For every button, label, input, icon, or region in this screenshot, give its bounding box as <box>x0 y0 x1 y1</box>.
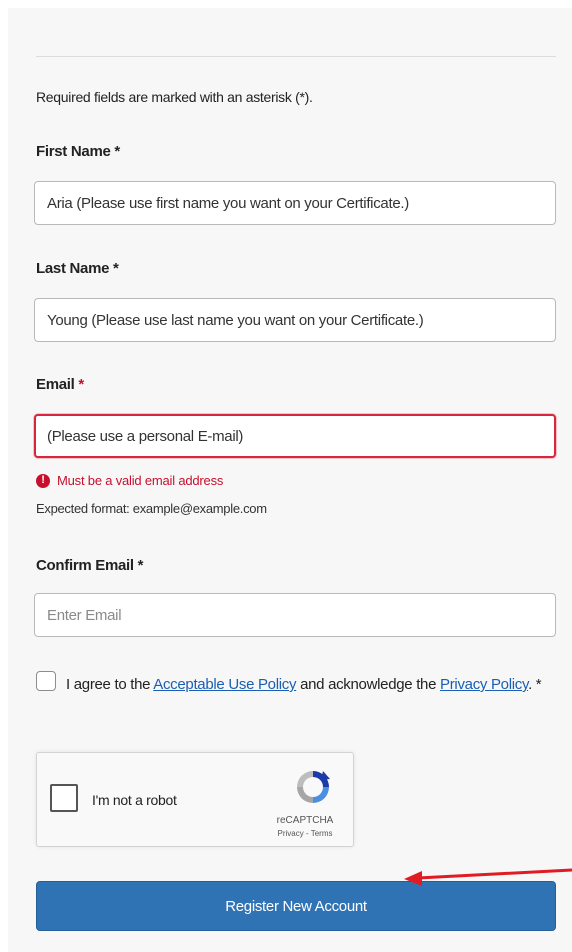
required-asterisk: * <box>78 376 84 393</box>
agree-checkbox[interactable] <box>36 671 56 691</box>
email-input[interactable]: (Please use a personal E-mail) <box>34 414 556 458</box>
first-name-input[interactable]: Aria (Please use first name you want on … <box>34 181 556 225</box>
recaptcha-brand: reCAPTCHA <box>276 815 334 826</box>
recaptcha-label: I'm not a robot <box>92 792 177 808</box>
recaptcha-widget: I'm not a robot reCAPTCHA Privacy - Term… <box>36 752 354 847</box>
agreement-text-after: . * <box>528 676 542 693</box>
first-name-label-text: First Name <box>36 143 111 160</box>
privacy-policy-link[interactable]: Privacy Policy <box>440 676 528 693</box>
first-name-value: Aria (Please use first name you want on … <box>47 194 409 212</box>
last-name-input[interactable]: Young (Please use last name you want on … <box>34 298 556 342</box>
required-asterisk: * <box>137 557 144 574</box>
agreement-text-before: I agree to the <box>66 676 154 693</box>
email-format-hint: Expected format: example@example.com <box>36 501 267 516</box>
required-note: Required fields are marked with an aster… <box>36 89 313 105</box>
email-label: Email * <box>36 376 84 393</box>
email-error: ! Must be a valid email address <box>36 473 223 488</box>
recaptcha-privacy-terms-links[interactable]: Privacy - Terms <box>265 829 345 838</box>
last-name-label: Last Name * <box>36 260 119 277</box>
register-button-label: Register New Account <box>225 897 367 915</box>
agreement-text-middle: and acknowledge the <box>296 676 441 693</box>
first-name-label: First Name * <box>36 143 120 160</box>
acceptable-use-policy-link[interactable]: Acceptable Use Policy <box>153 676 296 693</box>
top-divider <box>36 56 556 57</box>
last-name-label-text: Last Name <box>36 260 110 277</box>
confirm-email-label-text: Confirm Email <box>36 557 134 574</box>
confirm-email-label: Confirm Email * <box>36 557 143 574</box>
email-error-text: Must be a valid email address <box>57 473 224 488</box>
confirm-email-input[interactable]: Enter Email <box>34 593 556 637</box>
annotation-arrow-icon <box>404 868 572 886</box>
recaptcha-checkbox[interactable] <box>50 784 78 812</box>
required-asterisk: * <box>113 260 119 277</box>
confirm-email-placeholder: Enter Email <box>47 606 122 624</box>
email-label-text: Email <box>36 376 75 393</box>
email-value: (Please use a personal E-mail) <box>47 427 244 445</box>
last-name-value: Young (Please use last name you want on … <box>47 311 424 329</box>
required-asterisk: * <box>114 143 120 160</box>
agreement-text: I agree to the Acceptable Use Policy and… <box>66 673 556 696</box>
exclamation-circle-icon: ! <box>36 473 50 488</box>
recaptcha-logo-icon <box>297 771 330 803</box>
